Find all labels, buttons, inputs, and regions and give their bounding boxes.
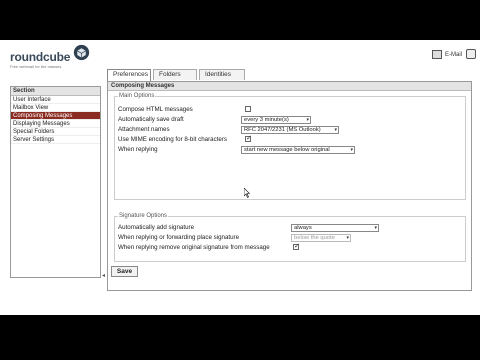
replying-value: start new message below original — [244, 147, 330, 153]
section-list: Section User Interface Mailbox View Comp… — [10, 86, 101, 278]
save-button[interactable]: Save — [111, 266, 138, 277]
section-list-header: Section — [11, 87, 100, 96]
tab-folders[interactable]: Folders — [153, 69, 197, 80]
autosave-value: every 3 minute(s) — [244, 117, 289, 123]
tab-preferences[interactable]: Preferences — [107, 69, 151, 81]
signature-place-select[interactable]: below the quote ▾ — [291, 234, 351, 242]
signature-options-group: Signature Options Automatically add sign… — [114, 213, 466, 262]
attachment-names-select[interactable]: RFC 2047/2231 (MS Outlook) ▾ — [241, 126, 339, 134]
section-item-mailbox-view[interactable]: Mailbox View — [11, 104, 100, 112]
main-options-group: Main Options Compose HTML messages Autom… — [114, 93, 466, 200]
chevron-down-icon: ▾ — [374, 225, 377, 231]
signature-place-label: When replying or forwarding place signat… — [118, 234, 240, 241]
settings-tabs: Preferences Folders Identities — [107, 69, 245, 81]
logo-tagline: Free webmail for the masses — [10, 64, 62, 69]
preferences-panel: Composing Messages Main Options Compose … — [107, 81, 472, 291]
remove-signature-checkbox[interactable] — [293, 242, 300, 250]
section-item-server-settings[interactable]: Server Settings — [11, 136, 100, 144]
roundcube-logo-icon[interactable] — [73, 44, 90, 61]
logo-text[interactable]: roundcube — [10, 50, 70, 64]
pane-splitter-icon[interactable]: ◂ — [102, 272, 105, 279]
mail-icon — [431, 50, 442, 59]
auto-signature-select[interactable]: always ▾ — [291, 224, 379, 232]
app-header: roundcube Free webmail for the masses E-… — [0, 40, 480, 70]
autosave-label: Automatically save draft — [118, 116, 184, 123]
panel-title: Composing Messages — [108, 82, 471, 91]
auto-signature-value: always — [294, 225, 312, 231]
section-item-displaying-messages[interactable]: Displaying Messages — [11, 120, 100, 128]
remove-signature-label: When replying remove original signature … — [118, 244, 270, 251]
browser-viewport: roundcube Free webmail for the masses E-… — [0, 40, 480, 315]
section-item-special-folders[interactable]: Special Folders — [11, 128, 100, 136]
main-options-legend: Main Options — [118, 93, 156, 99]
chevron-down-icon: ▾ — [346, 235, 349, 241]
auto-signature-label: Automatically add signature — [118, 224, 195, 231]
signature-options-legend: Signature Options — [118, 213, 169, 219]
logout-icon[interactable] — [466, 49, 476, 59]
attachment-names-label: Attachment names — [118, 126, 170, 133]
autosave-select[interactable]: every 3 minute(s) ▾ — [241, 116, 311, 124]
tab-identities[interactable]: Identities — [199, 69, 245, 80]
mime-8bit-checkbox[interactable] — [245, 134, 252, 142]
attachment-names-value: RFC 2047/2231 (MS Outlook) — [244, 127, 321, 133]
mail-link[interactable]: E-Mail — [431, 50, 462, 59]
replying-select[interactable]: start new message below original ▾ — [241, 146, 355, 154]
mime-8bit-label: Use MIME encoding for 8-bit characters — [118, 136, 228, 143]
mouse-cursor-icon — [244, 188, 250, 198]
section-item-composing-messages[interactable]: Composing Messages — [11, 112, 100, 120]
compose-html-label: Compose HTML messages — [118, 106, 193, 113]
panel-body: Main Options Compose HTML messages Autom… — [108, 92, 471, 290]
section-item-user-interface[interactable]: User Interface — [11, 96, 100, 104]
mail-link-label: E-Mail — [444, 51, 462, 58]
compose-html-checkbox[interactable] — [245, 106, 251, 112]
chevron-down-icon: ▾ — [350, 147, 353, 153]
chevron-down-icon: ▾ — [306, 117, 309, 123]
replying-label: When replying — [118, 146, 158, 153]
signature-place-value: below the quote — [294, 235, 335, 241]
chevron-down-icon: ▾ — [334, 127, 337, 133]
